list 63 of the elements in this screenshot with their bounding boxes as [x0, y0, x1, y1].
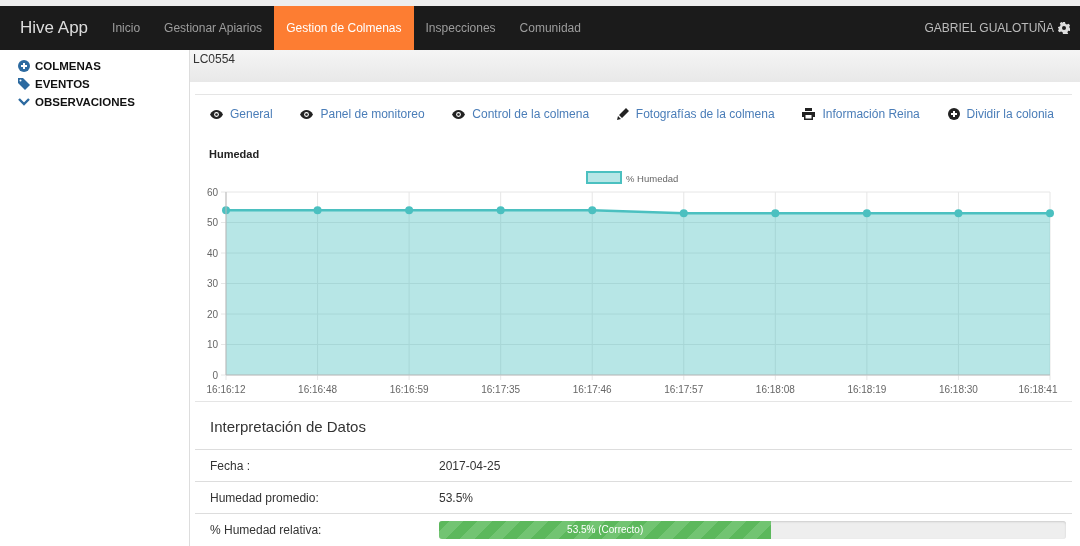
x-axis-label: 16:17:35: [481, 384, 521, 395]
y-axis-label: 0: [212, 369, 218, 381]
data-point: [313, 206, 322, 215]
eye-icon: [300, 109, 314, 119]
y-axis-label: 40: [206, 247, 218, 259]
eye-icon: [210, 109, 223, 119]
hive-code: LC0554: [193, 52, 236, 66]
y-axis-label: 60: [206, 186, 218, 198]
sidebar-item[interactable]: COLMENAS: [18, 60, 101, 72]
legend-label: % Humedad: [626, 172, 679, 184]
data-point: [862, 209, 871, 218]
tab-link[interactable]: Panel de monitoreo: [300, 107, 425, 121]
tab-link[interactable]: Dividir la colonia: [947, 107, 1054, 121]
y-axis-label: 30: [206, 278, 218, 289]
user-name[interactable]: GABRIEL GUALOTUÑA: [924, 21, 1054, 35]
x-axis-label: 16:16:12: [206, 384, 246, 395]
y-axis-label: 10: [206, 339, 218, 350]
x-axis-label: 16:18:08: [755, 384, 795, 395]
data-point: [496, 206, 505, 215]
chart-legend[interactable]: % Humedad: [586, 171, 679, 184]
plus-circle-icon: [18, 60, 30, 72]
data-point: [405, 206, 414, 215]
x-axis-label: 16:16:48: [298, 384, 337, 395]
row-value: 53.5%: [439, 490, 474, 505]
x-axis-label: 16:17:57: [664, 384, 704, 395]
tab-link[interactable]: Información Reina: [802, 107, 920, 121]
nav-item[interactable]: Inspecciones: [413, 6, 508, 50]
y-axis-label: 50: [206, 217, 218, 228]
x-axis-label: 16:18:41: [1018, 384, 1058, 395]
chevron-down-icon: [18, 97, 30, 107]
brand-link[interactable]: Hive App: [8, 6, 101, 50]
row-label: Fecha :: [209, 458, 252, 473]
data-point: [954, 209, 963, 218]
data-point: [222, 206, 230, 215]
tab-link[interactable]: Control de la colmena: [452, 107, 590, 121]
sidebar-item[interactable]: OBSERVACIONES: [18, 96, 135, 108]
eye-icon: [452, 109, 466, 119]
sidebar-item[interactable]: EVENTOS: [18, 78, 90, 90]
printer-icon: [802, 108, 816, 120]
row-label: % Humedad relativa:: [209, 522, 323, 537]
x-axis-label: 16:16:59: [389, 384, 429, 395]
tag-icon: [18, 78, 30, 90]
pencil-icon: [616, 108, 629, 120]
data-point: [1046, 209, 1054, 218]
y-axis-label: 20: [206, 308, 218, 320]
chart-title: Humedad: [209, 148, 261, 160]
tab-link[interactable]: Fotografías de la colmena: [616, 107, 775, 121]
row-value: 2017-04-25: [439, 458, 501, 473]
plus-circle-icon: [947, 108, 960, 120]
tab-link[interactable]: General: [210, 107, 273, 121]
x-axis-label: 16:18:30: [939, 384, 978, 395]
section-title: Interpretación de Datos: [195, 401, 1072, 449]
row-label: Humedad promedio:: [209, 490, 320, 505]
nav-item[interactable]: Inicio: [100, 6, 153, 50]
nav-item[interactable]: Gestionar Apiarios: [152, 6, 275, 50]
data-point: [588, 206, 597, 215]
data-point: [771, 209, 780, 218]
gear-icon[interactable]: [1058, 22, 1070, 34]
x-axis-label: 16:18:19: [847, 384, 887, 395]
x-axis-label: 16:17:46: [572, 384, 612, 395]
data-point: [679, 209, 688, 218]
nav-item[interactable]: Comunidad: [507, 6, 593, 50]
progress-text: 53.5% (Correcto): [567, 524, 644, 535]
